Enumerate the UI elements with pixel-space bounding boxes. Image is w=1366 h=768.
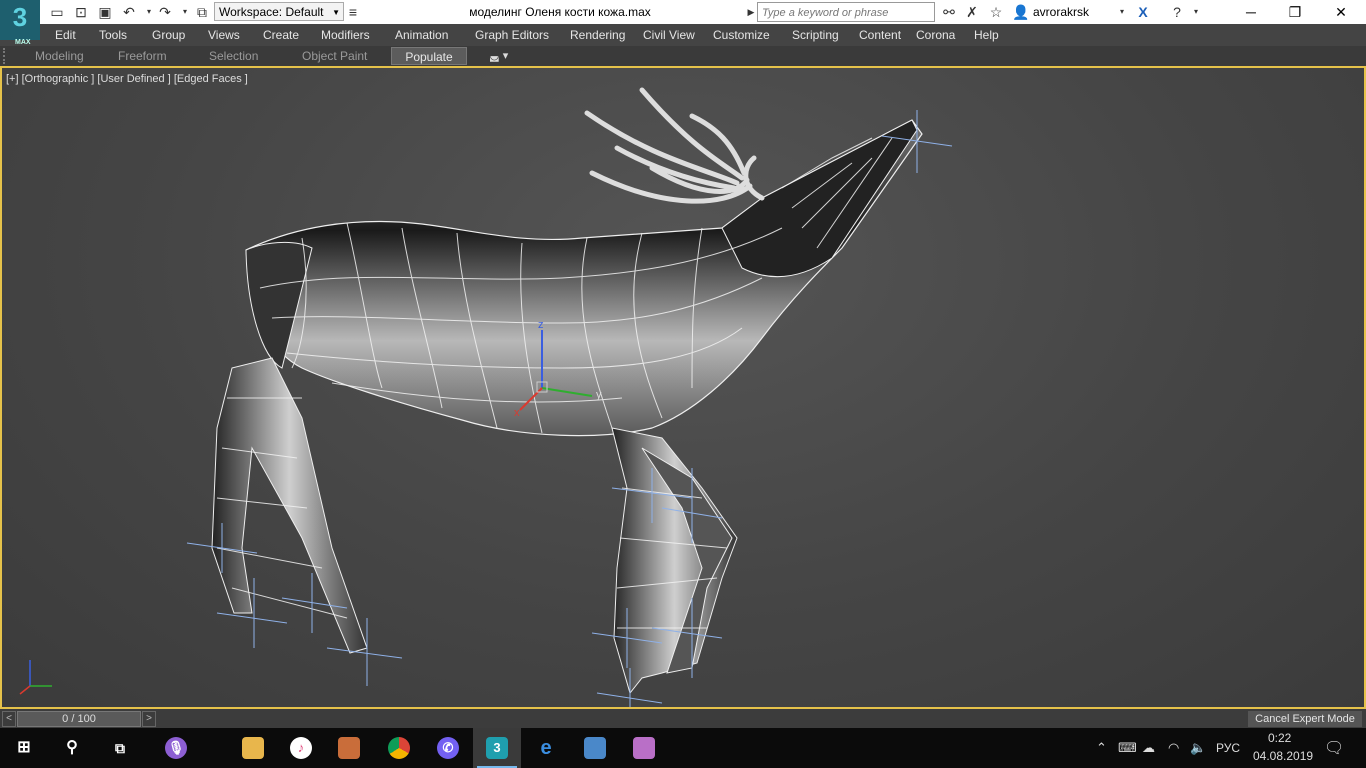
menu-tools[interactable]: Tools bbox=[99, 24, 127, 46]
menu-customize[interactable]: Customize bbox=[713, 24, 770, 46]
help-dropdown-icon[interactable]: ▾ bbox=[1187, 3, 1205, 21]
language-indicator[interactable]: РУС bbox=[1216, 741, 1240, 755]
ribbon-minimize-icon[interactable]: ◛ ▾ bbox=[489, 49, 508, 62]
file-explorer-icon[interactable] bbox=[229, 728, 277, 768]
edge-icon[interactable]: e bbox=[522, 728, 570, 768]
svg-text:z: z bbox=[538, 319, 544, 331]
menu-animation[interactable]: Animation bbox=[395, 24, 448, 46]
new-file-icon[interactable]: ▭ bbox=[48, 3, 66, 21]
deer-mesh-icon: z y x bbox=[19, 87, 953, 707]
close-button[interactable]: ✕ bbox=[1318, 0, 1364, 24]
menu-graph-editors[interactable]: Graph Editors bbox=[475, 24, 549, 46]
quick-access-customize-icon[interactable]: ≡ bbox=[344, 3, 362, 21]
tab-freeform[interactable]: Freeform bbox=[118, 46, 167, 66]
redo-dropdown-icon[interactable]: ▾ bbox=[176, 3, 194, 21]
menu-content[interactable]: Content bbox=[859, 24, 901, 46]
network-icon[interactable]: ◠ bbox=[1168, 740, 1179, 756]
paint-icon[interactable] bbox=[620, 728, 668, 768]
timeline-next-button[interactable]: > bbox=[142, 711, 156, 727]
paint-net-icon[interactable] bbox=[325, 728, 373, 768]
menu-edit[interactable]: Edit bbox=[55, 24, 76, 46]
menu-group[interactable]: Group bbox=[152, 24, 185, 46]
minimize-button[interactable]: ─ bbox=[1228, 0, 1274, 24]
help-icon[interactable]: ? bbox=[1168, 3, 1186, 21]
tab-modeling[interactable]: Modeling bbox=[35, 46, 84, 66]
cancel-expert-mode-button[interactable]: Cancel Expert Mode bbox=[1248, 711, 1362, 727]
workspace-dropdown[interactable]: Workspace: Default ▼ bbox=[214, 2, 344, 21]
clock-time[interactable]: 0:22 bbox=[1268, 731, 1291, 745]
perspective-viewport[interactable]: z y x bbox=[0, 66, 1366, 709]
volume-icon[interactable]: 🔈 bbox=[1190, 740, 1206, 756]
ribbon-grip-icon[interactable] bbox=[3, 48, 11, 64]
itunes-icon[interactable]: ♪ bbox=[277, 728, 325, 768]
viewport-label[interactable]: [+] [Orthographic ] [User Defined ] [Edg… bbox=[6, 73, 248, 85]
menu-rendering[interactable]: Rendering bbox=[570, 24, 625, 46]
timeline-bar bbox=[0, 709, 1366, 728]
user-icon[interactable]: 👤 bbox=[1012, 3, 1030, 21]
task-view-icon[interactable]: ⧉ bbox=[96, 728, 144, 768]
exchange-apps-icon[interactable]: X bbox=[1134, 3, 1152, 21]
svg-text:y: y bbox=[596, 389, 602, 401]
save-icon[interactable]: ▣ bbox=[96, 3, 114, 21]
search-icon[interactable]: ⚲ bbox=[48, 728, 96, 768]
subscription-icon[interactable]: ✗ bbox=[963, 3, 981, 21]
user-name[interactable]: avrorakrsk bbox=[1033, 0, 1089, 24]
restore-button[interactable]: ❐ bbox=[1272, 0, 1318, 24]
tab-selection[interactable]: Selection bbox=[209, 46, 258, 66]
menu-scripting[interactable]: Scripting bbox=[792, 24, 839, 46]
document-title: моделинг Оленя кости кожа.max bbox=[469, 5, 651, 19]
user-dropdown-icon[interactable]: ▾ bbox=[1113, 3, 1131, 21]
binoculars-icon[interactable]: ⚯ bbox=[940, 3, 958, 21]
timeline-prev-button[interactable]: < bbox=[2, 711, 16, 727]
menu-corona[interactable]: Corona bbox=[916, 24, 955, 46]
chrome-icon[interactable] bbox=[375, 728, 423, 768]
3ds-max-taskbar-icon[interactable]: 3 bbox=[473, 728, 521, 768]
project-folder-icon[interactable]: ⧉ bbox=[193, 3, 211, 21]
favorites-star-icon[interactable]: ☆ bbox=[987, 3, 1005, 21]
onedrive-icon[interactable]: ☁ bbox=[1142, 740, 1155, 756]
photos-icon[interactable] bbox=[571, 728, 619, 768]
menu-modifiers[interactable]: Modifiers bbox=[321, 24, 370, 46]
search-input[interactable]: Type a keyword or phrase bbox=[757, 2, 935, 22]
open-file-icon[interactable]: ⊡ bbox=[72, 3, 90, 21]
axis-tripod-icon bbox=[19, 660, 52, 695]
tray-expand-icon[interactable]: ⌃ bbox=[1096, 740, 1107, 756]
viber-icon[interactable]: ✆ bbox=[424, 728, 472, 768]
clock-date[interactable]: 04.08.2019 bbox=[1253, 749, 1313, 763]
time-slider[interactable]: 0 / 100 bbox=[17, 711, 141, 727]
keyboard-icon[interactable]: ⌨ bbox=[1118, 740, 1137, 756]
menu-views[interactable]: Views bbox=[208, 24, 240, 46]
ribbon-tab-bar bbox=[0, 46, 1366, 67]
undo-icon[interactable]: ↶ bbox=[120, 3, 138, 21]
start-button[interactable]: ⊞ bbox=[0, 728, 48, 768]
svg-text:x: x bbox=[514, 407, 520, 419]
notifications-icon[interactable]: 🗨 bbox=[1324, 738, 1344, 758]
tab-object-paint[interactable]: Object Paint bbox=[302, 46, 367, 66]
cortana-mic-icon[interactable]: 🎙 bbox=[152, 728, 200, 768]
app-logo-icon[interactable]: 3 MAX bbox=[0, 0, 40, 46]
menu-help[interactable]: Help bbox=[974, 24, 999, 46]
menu-civil-view[interactable]: Civil View bbox=[643, 24, 695, 46]
windows-taskbar bbox=[0, 728, 1366, 768]
tab-populate[interactable]: Populate bbox=[391, 47, 467, 65]
menu-create[interactable]: Create bbox=[263, 24, 299, 46]
redo-icon[interactable]: ↷ bbox=[156, 3, 174, 21]
